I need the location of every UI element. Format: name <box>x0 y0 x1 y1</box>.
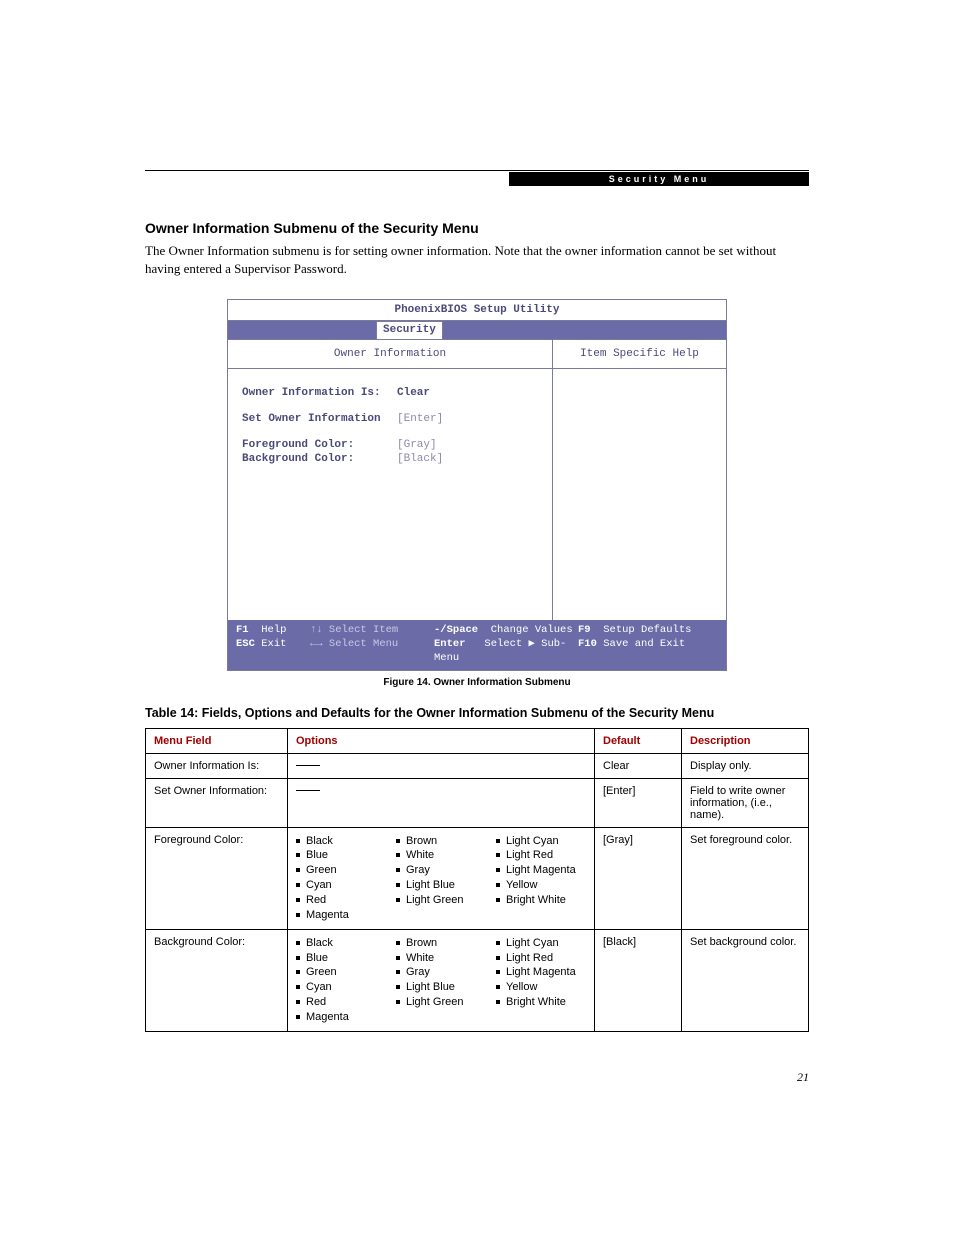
color-option: White <box>396 951 486 966</box>
bios-field-label: Foreground Color: <box>242 439 397 451</box>
header-section-label: Security Menu <box>509 172 809 186</box>
table-row: Owner Information Is: ClearDisplay only. <box>146 753 809 778</box>
color-option: Yellow <box>496 980 586 995</box>
table-row: Background Color:BlackBlueGreenCyanRedMa… <box>146 929 809 1031</box>
options-table: Menu Field Options Default Description O… <box>145 728 809 1032</box>
bios-field-label: Owner Information Is: <box>242 387 397 399</box>
cell-default: [Gray] <box>595 827 682 929</box>
cell-options <box>288 778 595 827</box>
bios-field-value: [Gray] <box>397 439 437 451</box>
color-option: Brown <box>396 936 486 951</box>
figure-caption: Figure 14. Owner Information Submenu <box>145 677 809 688</box>
cell-desc: Field to write owner information, (i.e.,… <box>682 778 809 827</box>
cell-menu: Set Owner Information: <box>146 778 288 827</box>
cell-options: BlackBlueGreenCyanRedMagenta BrownWhiteGr… <box>288 929 595 1031</box>
th-menu: Menu Field <box>146 728 288 753</box>
color-option: Light Red <box>496 951 586 966</box>
bios-footer: F1 Help ↑↓ Select Item -/Space Change Va… <box>228 620 726 670</box>
th-default: Default <box>595 728 682 753</box>
color-option: Magenta <box>296 1010 386 1025</box>
color-option: Magenta <box>296 908 386 923</box>
color-option: Light Green <box>396 893 486 908</box>
color-option: Black <box>296 936 386 951</box>
color-option: Green <box>296 863 386 878</box>
color-option: Light Red <box>496 848 586 863</box>
cell-options: BlackBlueGreenCyanRedMagenta BrownWhiteGr… <box>288 827 595 929</box>
color-option: Red <box>296 893 386 908</box>
bios-screenshot: PhoenixBIOS Setup Utility Security Owner… <box>227 299 727 671</box>
cell-default: Clear <box>595 753 682 778</box>
bios-title: PhoenixBIOS Setup Utility <box>228 300 726 321</box>
cell-desc: Set foreground color. <box>682 827 809 929</box>
color-option: Blue <box>296 951 386 966</box>
bios-field-label: Set Owner Information <box>242 413 397 425</box>
color-option: Light Blue <box>396 878 486 893</box>
header-rule: Security Menu <box>145 170 809 187</box>
bios-left-heading: Owner Information <box>228 340 552 369</box>
dash-icon <box>296 790 320 791</box>
bios-field-value: [Black] <box>397 453 443 465</box>
cell-menu: Background Color: <box>146 929 288 1031</box>
th-desc: Description <box>682 728 809 753</box>
dash-icon <box>296 765 320 766</box>
section-intro: The Owner Information submenu is for set… <box>145 242 809 277</box>
cell-default: [Enter] <box>595 778 682 827</box>
color-option: Bright White <box>496 995 586 1010</box>
bios-right-heading: Item Specific Help <box>553 340 726 369</box>
bios-field-label: Background Color: <box>242 453 397 465</box>
cell-options <box>288 753 595 778</box>
color-option: Cyan <box>296 980 386 995</box>
color-option: Green <box>296 965 386 980</box>
table-row: Set Owner Information: [Enter]Field to wr… <box>146 778 809 827</box>
color-option: Light Cyan <box>496 834 586 849</box>
bios-tab-row: Security <box>228 321 726 340</box>
color-option: Cyan <box>296 878 386 893</box>
section-title: Owner Information Submenu of the Securit… <box>145 220 809 236</box>
color-option: Light Magenta <box>496 965 586 980</box>
color-option: Gray <box>396 863 486 878</box>
color-option: Gray <box>396 965 486 980</box>
bios-field-value: Clear <box>397 387 430 399</box>
color-option: Light Green <box>396 995 486 1010</box>
cell-menu: Owner Information Is: <box>146 753 288 778</box>
page-number: 21 <box>797 1070 809 1085</box>
color-option: Red <box>296 995 386 1010</box>
color-option: Light Cyan <box>496 936 586 951</box>
cell-desc: Set background color. <box>682 929 809 1031</box>
color-option: Light Blue <box>396 980 486 995</box>
color-option: Yellow <box>496 878 586 893</box>
color-option: Light Magenta <box>496 863 586 878</box>
th-options: Options <box>288 728 595 753</box>
color-option: Bright White <box>496 893 586 908</box>
cell-default: [Black] <box>595 929 682 1031</box>
color-option: White <box>396 848 486 863</box>
bios-tab-security: Security <box>376 321 443 339</box>
table-row: Foreground Color:BlackBlueGreenCyanRedMa… <box>146 827 809 929</box>
cell-menu: Foreground Color: <box>146 827 288 929</box>
color-option: Blue <box>296 848 386 863</box>
color-option: Black <box>296 834 386 849</box>
cell-desc: Display only. <box>682 753 809 778</box>
table-title: Table 14: Fields, Options and Defaults f… <box>145 706 809 720</box>
bios-field-value: [Enter] <box>397 413 443 425</box>
color-option: Brown <box>396 834 486 849</box>
